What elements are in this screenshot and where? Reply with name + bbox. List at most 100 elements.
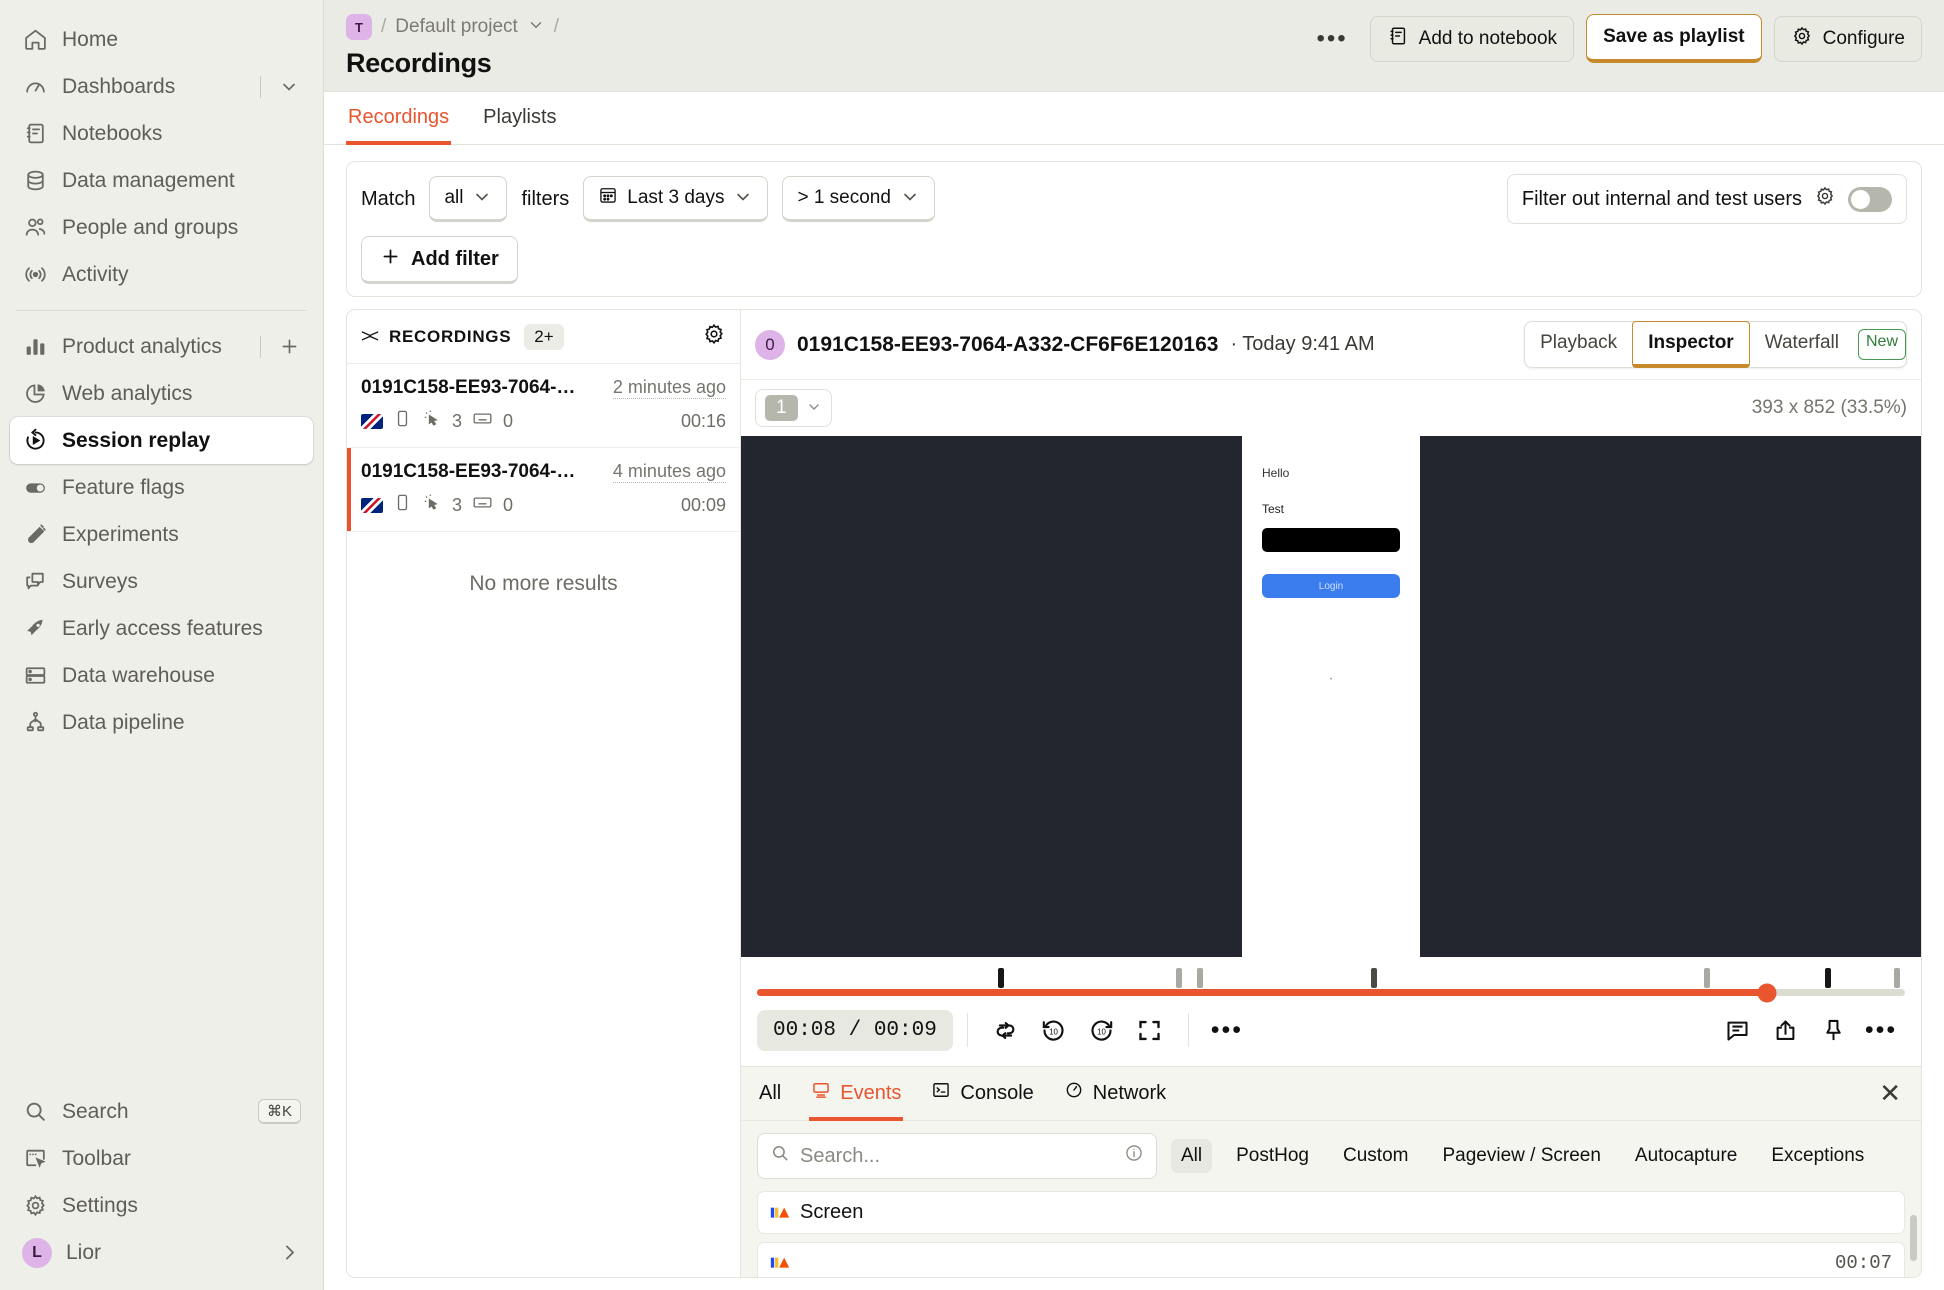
sidebar-item-dashboards[interactable]: Dashboards bbox=[10, 63, 313, 110]
more-icon[interactable]: ••• bbox=[1857, 1008, 1905, 1052]
table-row[interactable]: 0191C158-EE93-7064-… 4 minutes ago 3 0 0… bbox=[347, 448, 740, 532]
sidebar-item-user[interactable]: L Lior bbox=[10, 1229, 313, 1276]
event-tick[interactable] bbox=[1176, 968, 1183, 988]
collapse-panel-icon[interactable]: >< bbox=[361, 326, 379, 347]
sidebar-item-early-access-features[interactable]: Early access features bbox=[10, 605, 313, 652]
seek-handle[interactable] bbox=[1757, 983, 1777, 1002]
tab-waterfall[interactable]: Waterfall bbox=[1750, 322, 1854, 367]
event-tick[interactable] bbox=[998, 968, 1005, 988]
sidebar-item-label: Experiments bbox=[62, 522, 179, 546]
tab-recordings[interactable]: Recordings bbox=[346, 92, 452, 145]
sidebar-item-data-pipeline[interactable]: Data pipeline bbox=[10, 699, 313, 746]
sidebar-item-session-replay[interactable]: Session replay bbox=[10, 417, 313, 464]
list-item[interactable]: 00:07 bbox=[757, 1242, 1905, 1277]
event-filter-autocapture[interactable]: Autocapture bbox=[1625, 1139, 1747, 1173]
breadcrumb-project[interactable]: Default project bbox=[395, 16, 518, 38]
flag-icon-gb bbox=[361, 413, 383, 429]
inspector-event-list[interactable]: Screen 00:07 bbox=[741, 1191, 1921, 1277]
sidebar-item-people-and-groups[interactable]: People and groups bbox=[10, 204, 313, 251]
share-icon[interactable] bbox=[1761, 1008, 1809, 1052]
project-badge[interactable]: T bbox=[346, 14, 372, 40]
stage-backdrop-right bbox=[1420, 436, 1921, 957]
event-tick[interactable] bbox=[1196, 968, 1203, 988]
recording-row-top: 0191C158-EE93-7064-… 4 minutes ago bbox=[361, 461, 726, 483]
event-filter-pageview-screen[interactable]: Pageview / Screen bbox=[1432, 1139, 1610, 1173]
info-icon[interactable] bbox=[1124, 1143, 1144, 1169]
duration-filter-select[interactable]: > 1 second bbox=[782, 176, 935, 222]
filter-internal-users-toggle[interactable]: Filter out internal and test users bbox=[1506, 174, 1907, 224]
table-row[interactable]: 0191C158-EE93-7064-… 2 minutes ago 3 0 0… bbox=[347, 364, 740, 448]
chevron-down-icon[interactable] bbox=[527, 16, 545, 39]
save-as-playlist-button[interactable]: Save as playlist bbox=[1586, 14, 1762, 63]
more-options-button[interactable]: ••• bbox=[1306, 26, 1357, 51]
list-item[interactable]: Screen bbox=[757, 1191, 1905, 1234]
player-stage[interactable]: Hello Test Login · bbox=[741, 436, 1921, 957]
inspector-tab-events[interactable]: Events bbox=[809, 1067, 904, 1121]
event-filter-all[interactable]: All bbox=[1171, 1139, 1213, 1173]
inspector-tab-network[interactable]: Network bbox=[1062, 1067, 1168, 1121]
sidebar-item-feature-flags[interactable]: Feature flags bbox=[10, 464, 313, 511]
sidebar-item-surveys[interactable]: Surveys bbox=[10, 558, 313, 605]
tab-playlists[interactable]: Playlists bbox=[481, 92, 558, 145]
event-tick[interactable] bbox=[1893, 968, 1900, 988]
inspector-tab-all[interactable]: All bbox=[757, 1069, 783, 1120]
bar-chart-icon bbox=[22, 334, 48, 360]
chevron-down-icon bbox=[900, 187, 920, 210]
chevron-right-icon[interactable] bbox=[277, 1242, 301, 1263]
event-tick[interactable] bbox=[1704, 968, 1711, 988]
user-name: Lior bbox=[66, 1240, 102, 1264]
plus-icon[interactable] bbox=[277, 336, 301, 357]
event-filter-posthog[interactable]: PostHog bbox=[1226, 1139, 1319, 1173]
filter-row-primary: Match all filters Last 3 days > 1 second bbox=[361, 174, 1907, 224]
inspector-tab-console[interactable]: Console bbox=[929, 1067, 1035, 1121]
sidebar-item-notebooks[interactable]: Notebooks bbox=[10, 110, 313, 157]
sidebar-item-data-warehouse[interactable]: Data warehouse bbox=[10, 652, 313, 699]
add-filter-button[interactable]: Add filter bbox=[361, 236, 518, 284]
date-range-select[interactable]: Last 3 days bbox=[583, 176, 769, 222]
console-icon bbox=[931, 1080, 951, 1106]
search-input[interactable]: Search... bbox=[757, 1133, 1157, 1179]
fullscreen-icon[interactable] bbox=[1126, 1008, 1174, 1052]
sidebar-item-search[interactable]: Search ⌘K bbox=[10, 1088, 313, 1135]
sidebar-item-label: Settings bbox=[62, 1193, 138, 1217]
skip-forward-10-icon[interactable]: 10 bbox=[1078, 1008, 1126, 1052]
event-tick[interactable] bbox=[1824, 968, 1831, 988]
server-icon bbox=[22, 663, 48, 689]
scrollbar[interactable] bbox=[1910, 1215, 1917, 1261]
chevron-down-icon[interactable] bbox=[277, 77, 301, 97]
event-tick[interactable] bbox=[1371, 968, 1378, 988]
sidebar-item-toolbar[interactable]: Toolbar bbox=[10, 1135, 313, 1182]
seek-bar[interactable] bbox=[757, 983, 1905, 1002]
configure-button[interactable]: Configure bbox=[1773, 15, 1922, 62]
comment-icon[interactable] bbox=[1713, 1008, 1761, 1052]
event-filter-custom[interactable]: Custom bbox=[1333, 1139, 1418, 1173]
sidebar-item-label: Early access features bbox=[62, 616, 263, 640]
sidebar-item-label: Session replay bbox=[62, 428, 211, 452]
date-range-value: Last 3 days bbox=[627, 187, 725, 208]
window-selector[interactable]: 1 bbox=[755, 389, 832, 427]
tab-inspector[interactable]: Inspector bbox=[1632, 321, 1750, 368]
recordings-settings-icon[interactable] bbox=[702, 322, 726, 351]
click-count: 3 bbox=[452, 410, 463, 431]
internal-users-switch[interactable] bbox=[1848, 186, 1892, 212]
chevron-down-icon bbox=[806, 399, 822, 418]
sidebar-item-home[interactable]: Home bbox=[10, 16, 313, 63]
event-filter-exceptions[interactable]: Exceptions bbox=[1761, 1139, 1874, 1173]
add-to-notebook-button[interactable]: Add to notebook bbox=[1369, 15, 1575, 62]
screen-test-text: Test bbox=[1262, 502, 1285, 516]
sidebar-item-activity[interactable]: Activity bbox=[10, 251, 313, 298]
loop-icon[interactable] bbox=[982, 1008, 1030, 1052]
sidebar-item-settings[interactable]: Settings bbox=[10, 1182, 313, 1229]
sidebar-item-data-management[interactable]: Data management bbox=[10, 157, 313, 204]
match-type-select[interactable]: all bbox=[429, 176, 508, 222]
gear-icon[interactable] bbox=[1814, 185, 1836, 213]
sidebar-item-product-analytics[interactable]: Product analytics bbox=[10, 323, 313, 370]
sidebar-item-experiments[interactable]: Experiments bbox=[10, 511, 313, 558]
close-icon[interactable]: ✕ bbox=[1879, 1078, 1905, 1109]
skip-back-10-icon[interactable]: 10 bbox=[1030, 1008, 1078, 1052]
tab-bar: Recordings Playlists bbox=[324, 92, 1944, 145]
more-icon[interactable]: ••• bbox=[1203, 1008, 1251, 1052]
pin-icon[interactable] bbox=[1809, 1008, 1857, 1052]
sidebar-item-web-analytics[interactable]: Web analytics bbox=[10, 370, 313, 417]
tab-playback[interactable]: Playback bbox=[1525, 322, 1632, 367]
